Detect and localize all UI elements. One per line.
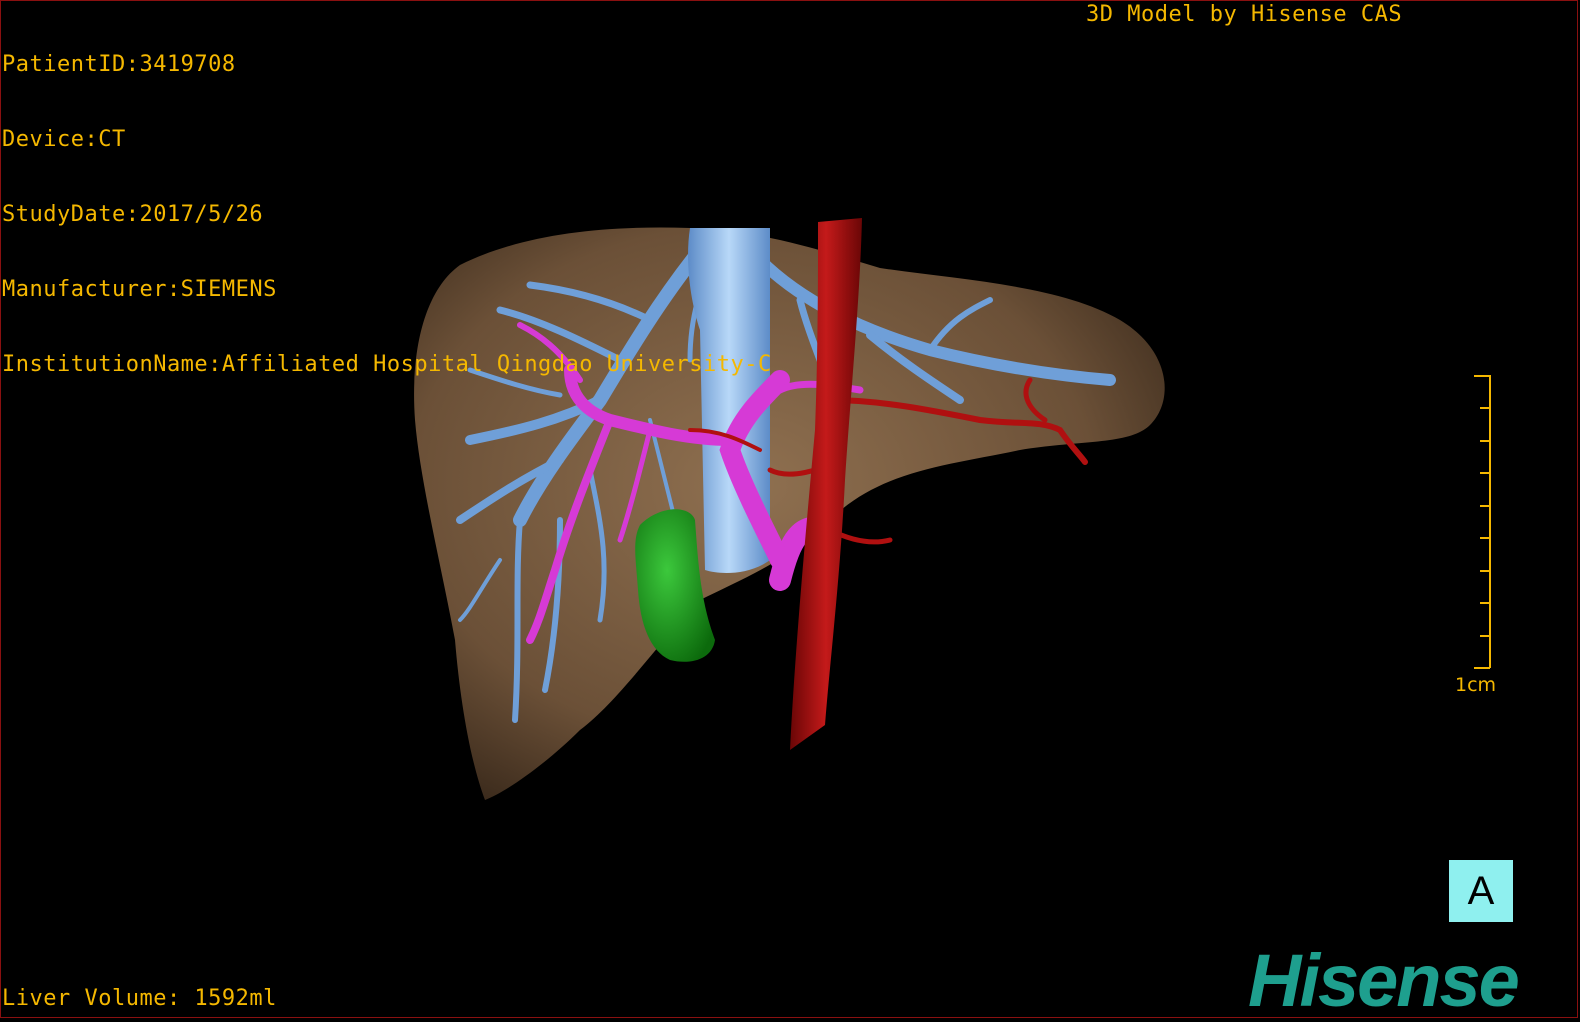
model-credit: 3D Model by Hisense CAS <box>1086 2 1403 27</box>
dicom-metadata: PatientID:3419708 Device:CT StudyDate:20… <box>2 2 772 402</box>
scale-bar <box>1474 375 1491 669</box>
liver-volume: Liver Volume: 1592ml <box>2 986 277 1011</box>
device: Device:CT <box>2 127 126 152</box>
institution-name: InstitutionName:Affiliated Hospital Qing… <box>2 352 772 377</box>
scale-bar-label: 1cm <box>1455 674 1497 696</box>
hisense-logo: Hisense <box>1248 939 1520 1022</box>
orientation-badge[interactable]: A <box>1449 860 1513 922</box>
manufacturer: Manufacturer:SIEMENS <box>2 277 277 302</box>
study-date: StudyDate:2017/5/26 <box>2 202 264 227</box>
patient-id: PatientID:3419708 <box>2 52 236 77</box>
